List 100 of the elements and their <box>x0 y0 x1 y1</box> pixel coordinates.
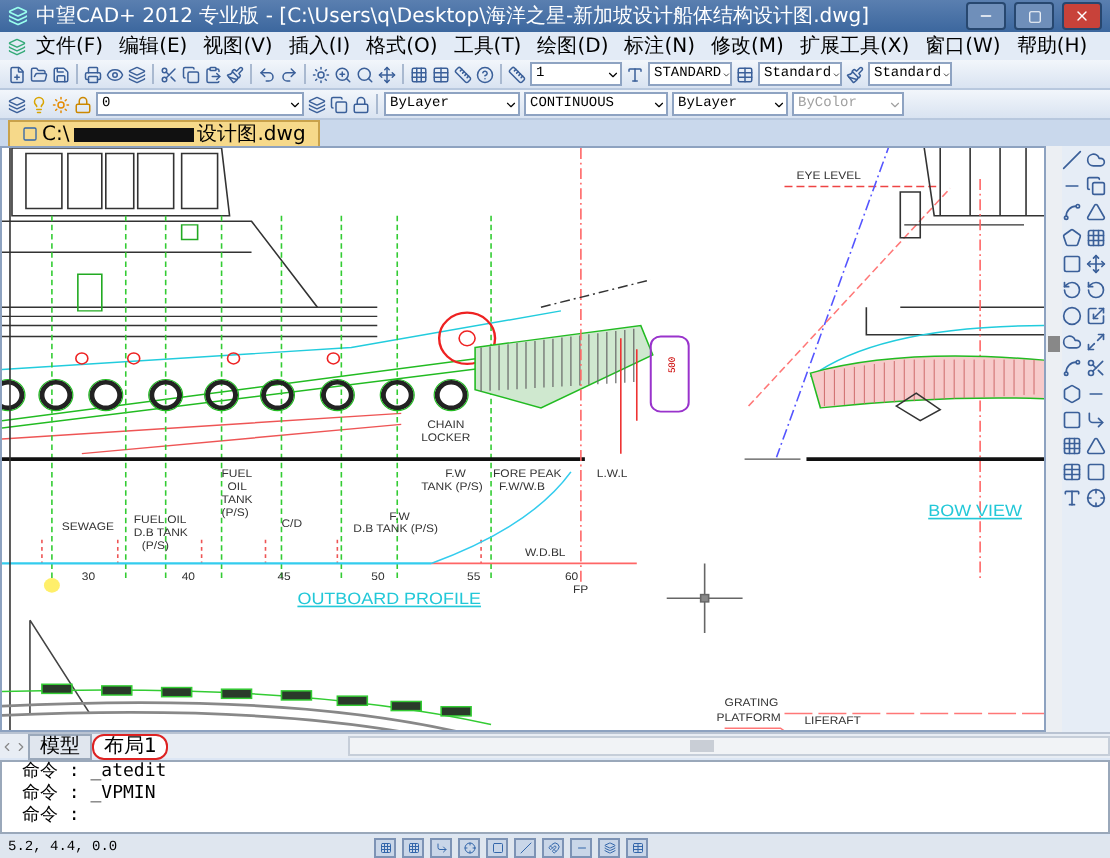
cloud-icon[interactable] <box>1086 150 1106 170</box>
caret-icon <box>504 97 518 111</box>
spline-icon[interactable] <box>1062 358 1082 378</box>
copy-icon[interactable] <box>182 65 200 83</box>
app-logo-icon <box>8 6 28 26</box>
arc-icon[interactable] <box>1062 202 1082 222</box>
text-style-icon[interactable] <box>626 65 644 83</box>
menu-item[interactable]: 窗口(W) <box>919 32 1007 60</box>
layer-tool-icon[interactable] <box>308 95 326 113</box>
command-history-line: 命令 : _atedit <box>22 762 169 783</box>
layers-icon[interactable] <box>128 65 146 83</box>
grid-icon[interactable] <box>410 65 428 83</box>
drawing-canvas[interactable] <box>2 148 1044 730</box>
pan-icon[interactable] <box>378 65 396 83</box>
redo-icon[interactable] <box>280 65 298 83</box>
stretch-icon[interactable] <box>1086 332 1106 352</box>
new-file-icon[interactable] <box>8 65 26 83</box>
horizontal-scrollbar[interactable] <box>348 736 1110 756</box>
maximize-button[interactable] <box>1014 2 1054 30</box>
command-window[interactable]: 命令 : _atedit 命令 : _VPMIN 命令 : <box>0 760 1110 834</box>
copy-icon[interactable] <box>1086 176 1106 196</box>
menu-item[interactable]: 文件(F) <box>30 32 110 60</box>
table-icon <box>631 841 644 853</box>
brush-icon[interactable] <box>226 65 244 83</box>
status-toggle[interactable] <box>402 837 425 857</box>
vertical-scrollbar[interactable] <box>1046 146 1062 732</box>
status-toggle[interactable] <box>374 837 397 857</box>
status-toggle[interactable] <box>514 837 537 857</box>
sun-icon[interactable] <box>312 65 330 83</box>
menu-item[interactable]: 格式(O) <box>360 32 444 60</box>
status-toggle[interactable] <box>570 837 593 857</box>
cut-icon[interactable] <box>160 65 178 83</box>
table-icon[interactable] <box>1062 462 1082 482</box>
document-path-start: C:\ <box>42 123 70 145</box>
lock-icon[interactable] <box>74 95 92 113</box>
save-icon[interactable] <box>52 65 70 83</box>
status-toggle[interactable] <box>486 837 509 857</box>
close-icon <box>1074 8 1090 24</box>
polygon-icon[interactable] <box>1062 228 1082 248</box>
undo-icon[interactable] <box>258 65 276 83</box>
view-title: BOW VIEW <box>928 500 1022 520</box>
scale-icon[interactable] <box>1086 306 1106 326</box>
menu-item[interactable]: 编辑(E) <box>113 32 194 60</box>
menu-item[interactable]: 扩展工具(X) <box>793 32 916 60</box>
dimension-frame <box>649 335 690 413</box>
caret-icon <box>606 67 620 81</box>
highlight-marker <box>43 578 60 593</box>
rectangle-icon[interactable] <box>1062 254 1082 274</box>
caret-icon <box>772 97 786 111</box>
tab-next-icon[interactable] <box>14 739 28 753</box>
close-button[interactable] <box>1062 2 1102 30</box>
array-icon[interactable] <box>1086 228 1106 248</box>
search-icon[interactable] <box>356 65 374 83</box>
menu-item[interactable]: 标注(N) <box>618 32 702 60</box>
menu-item[interactable]: 修改(M) <box>705 32 790 60</box>
view-title: OUTBOARD PROFILE <box>297 588 481 608</box>
caret-icon <box>652 97 666 111</box>
crosshair-cursor <box>665 562 744 634</box>
status-toggle[interactable] <box>598 837 621 857</box>
maximize-icon <box>1027 9 1041 23</box>
document-tab[interactable]: C:\ 设计图.dwg <box>8 120 320 146</box>
tab-prev-icon[interactable] <box>0 739 14 753</box>
ruler-icon[interactable] <box>454 65 472 83</box>
rotate-icon[interactable] <box>1086 280 1106 300</box>
text-icon[interactable] <box>1062 488 1082 508</box>
table-icon[interactable] <box>432 65 450 83</box>
paste-icon[interactable] <box>204 65 222 83</box>
trim-icon[interactable] <box>1086 358 1106 378</box>
layout-tab[interactable]: 模型 <box>28 733 92 759</box>
caret-icon <box>831 67 840 81</box>
caret-icon <box>888 97 902 111</box>
circle-icon[interactable] <box>1062 306 1082 326</box>
menu-item[interactable]: 视图(V) <box>197 32 279 60</box>
minimize-button[interactable] <box>966 2 1006 30</box>
layer-copy-icon[interactable] <box>330 95 348 113</box>
window-title: 中望CAD+ 2012 专业版 - [C:\Users\q\Desktop\海洋之星-新加坡设计船体结构设计图.dwg] <box>36 3 872 30</box>
status-toggle[interactable] <box>542 837 565 857</box>
layers-icon[interactable] <box>8 95 26 113</box>
redaction-bar <box>73 127 194 141</box>
status-toggle[interactable] <box>626 837 649 857</box>
line-icon[interactable] <box>1062 150 1082 170</box>
magnet-icon <box>547 841 560 853</box>
layout-tab[interactable]: 布局1 <box>92 733 169 759</box>
menu-item[interactable]: 插入(I) <box>282 32 357 60</box>
status-toggle[interactable] <box>430 837 453 857</box>
help-icon[interactable] <box>476 65 494 83</box>
revcloud-icon[interactable] <box>1062 332 1082 352</box>
menu-item[interactable]: 工具(T) <box>447 32 528 60</box>
rotate-icon[interactable] <box>1062 280 1082 300</box>
document-path-end: 设计图.dwg <box>197 121 306 148</box>
menu-item[interactable]: 绘图(D) <box>531 32 615 60</box>
zoom-icon[interactable] <box>334 65 352 83</box>
open-folder-icon[interactable] <box>30 65 48 83</box>
printer-icon[interactable] <box>84 65 102 83</box>
caret-icon <box>721 67 730 81</box>
move-icon[interactable] <box>1086 254 1106 274</box>
layer-lock-icon[interactable] <box>352 95 370 113</box>
menu-item[interactable]: 帮助(H) <box>1010 32 1094 60</box>
preview-icon[interactable] <box>106 65 124 83</box>
status-toggle[interactable] <box>458 837 481 857</box>
